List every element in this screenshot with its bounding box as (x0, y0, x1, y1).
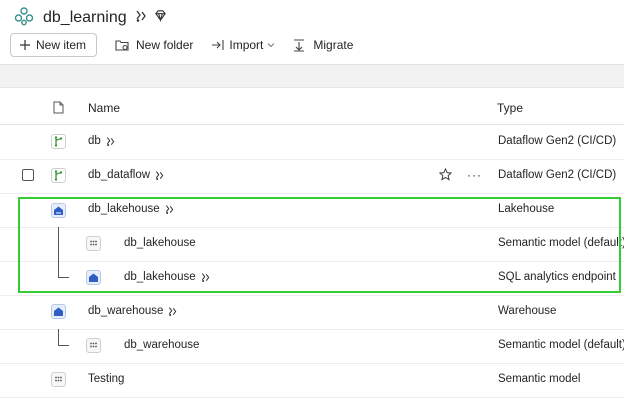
item-name-label[interactable]: db_warehouse (88, 305, 163, 317)
item-name: db_warehouse (88, 305, 178, 317)
sensitivity-icon (167, 306, 178, 317)
premium-diamond-icon[interactable] (154, 9, 167, 27)
workspace-header: db_learning (14, 6, 167, 30)
favorite-star-icon[interactable] (438, 167, 453, 184)
item-name-label[interactable]: db (88, 135, 101, 147)
chevron-down-icon (268, 43, 275, 48)
highlight-box (18, 197, 621, 293)
semantic-model-icon (86, 338, 101, 353)
file-type-icon (53, 101, 64, 117)
new-item-label: New item (36, 38, 87, 52)
page-title: db_learning (43, 9, 127, 26)
migrate-button[interactable]: Migrate (293, 38, 353, 52)
table-row[interactable]: db_dataflow ··· Dataflow Gen2 (CI/CD) (0, 159, 624, 194)
item-type: Semantic model (498, 373, 581, 385)
more-options-icon[interactable]: ··· (467, 168, 482, 182)
item-name: db_dataflow (88, 169, 165, 181)
item-type: Semantic model (default) (498, 339, 624, 351)
column-header-name[interactable]: Name (88, 101, 120, 115)
item-name-label[interactable]: Testing (88, 373, 124, 385)
tree-connector (58, 329, 69, 346)
table-row[interactable]: db_warehouse Semantic model (default) (0, 329, 624, 364)
item-type: Dataflow Gen2 (CI/CD) (498, 169, 617, 181)
semantic-model-icon (51, 372, 66, 387)
import-icon (212, 40, 224, 50)
migrate-label: Migrate (313, 38, 354, 52)
new-folder-button[interactable]: New folder (115, 38, 193, 52)
new-folder-icon (115, 40, 129, 51)
plus-icon (20, 40, 30, 50)
import-button[interactable]: Import (211, 38, 275, 52)
item-name-label[interactable]: db_dataflow (88, 169, 150, 181)
sensitivity-icon (105, 136, 116, 147)
workspace-icon (14, 6, 34, 31)
sensitivity-icon[interactable] (134, 9, 148, 28)
table-header: Name Type (0, 90, 624, 125)
table-row[interactable]: db Dataflow Gen2 (CI/CD) (0, 125, 624, 160)
new-folder-label: New folder (136, 38, 194, 52)
new-item-button[interactable]: New item (10, 33, 98, 57)
row-checkbox[interactable] (22, 169, 34, 181)
warehouse-icon (51, 304, 66, 319)
toolbar: New item New folder Import Migrate (10, 33, 353, 57)
item-name-label[interactable]: db_warehouse (124, 339, 199, 351)
dataflow-icon (51, 168, 66, 183)
column-header-type[interactable]: Type (497, 101, 523, 115)
sensitivity-icon (154, 170, 165, 181)
item-name: db (88, 135, 116, 147)
item-name: Testing (88, 373, 124, 385)
table-row[interactable]: Testing Semantic model (0, 363, 624, 398)
import-label: Import (229, 38, 264, 52)
item-type: Dataflow Gen2 (CI/CD) (498, 135, 617, 147)
item-type: Warehouse (498, 305, 557, 317)
filter-bar (0, 64, 624, 88)
table-row[interactable]: db_warehouse Warehouse (0, 295, 624, 330)
item-name: db_warehouse (124, 339, 199, 351)
dataflow-icon (51, 134, 66, 149)
migrate-icon (294, 38, 305, 52)
